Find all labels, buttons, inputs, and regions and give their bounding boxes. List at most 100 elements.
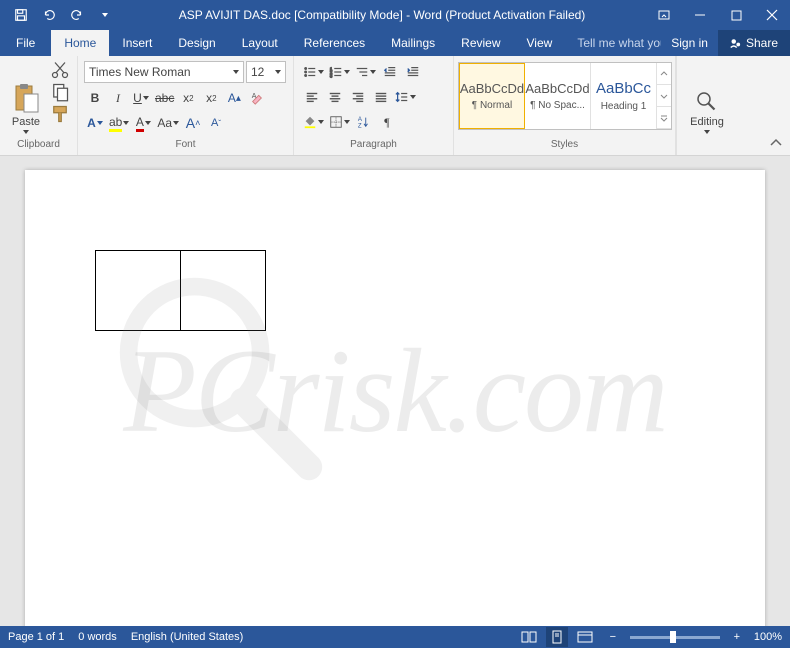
gallery-more-icon[interactable] (657, 107, 671, 129)
tab-home[interactable]: Home (51, 30, 109, 56)
paragraph-label: Paragraph (298, 139, 449, 155)
title-bar: ASP AVIJIT DAS.doc [Compatibility Mode] … (0, 0, 790, 30)
highlight-button[interactable]: ab (107, 112, 131, 134)
align-right-icon[interactable] (347, 86, 369, 108)
document-area: PCrisk.com (0, 156, 790, 626)
clipboard-label: Clipboard (4, 139, 73, 155)
grow-font-icon[interactable]: A▴ (223, 87, 245, 109)
table-row (96, 251, 266, 331)
gallery-scroll (657, 63, 671, 129)
document-table[interactable] (95, 250, 266, 331)
decrease-indent-icon[interactable] (379, 61, 401, 83)
share-label: Share (746, 36, 778, 50)
font-size-combo[interactable]: 12 (246, 61, 286, 83)
shrink-font2-icon[interactable]: Aˇ (205, 112, 227, 134)
group-styles: AaBbCcDd ¶ Normal AaBbCcDd ¶ No Spac... … (454, 56, 676, 155)
share-icon (730, 37, 742, 49)
window-controls (646, 0, 790, 30)
read-mode-icon[interactable] (518, 627, 540, 647)
table-cell[interactable] (181, 251, 266, 331)
page-number[interactable]: Page 1 of 1 (8, 631, 64, 643)
paste-label: Paste (12, 116, 40, 128)
ribbon-options-icon[interactable] (646, 0, 682, 30)
chevron-down-icon (23, 130, 29, 134)
table-cell[interactable] (96, 251, 181, 331)
bullets-button[interactable] (301, 61, 326, 83)
gallery-down-icon[interactable] (657, 85, 671, 107)
clear-format-icon[interactable]: A (246, 87, 268, 109)
text-effects-button[interactable]: A (84, 112, 106, 134)
shrink-font-icon[interactable]: A˄ (182, 112, 204, 134)
svg-text:Z: Z (358, 122, 362, 129)
group-font: Times New Roman 12 B I U abc x2 x2 A▴ A … (78, 56, 294, 155)
tab-insert[interactable]: Insert (109, 30, 165, 56)
collapse-ribbon-icon[interactable] (768, 135, 784, 151)
ribbon-tabs: File Home Insert Design Layout Reference… (0, 30, 790, 56)
italic-button[interactable]: I (107, 87, 129, 109)
multilevel-button[interactable] (353, 61, 378, 83)
paste-button[interactable]: Paste (4, 58, 48, 136)
share-button[interactable]: Share (718, 30, 790, 56)
bold-button[interactable]: B (84, 87, 106, 109)
quick-access-toolbar (0, 2, 118, 28)
language-status[interactable]: English (United States) (131, 631, 244, 643)
sort-icon[interactable]: AZ (353, 111, 375, 133)
styles-label: Styles (458, 139, 671, 155)
zoom-percent[interactable]: 100% (754, 631, 782, 643)
status-bar: Page 1 of 1 0 words English (United Stat… (0, 626, 790, 648)
font-color-button[interactable]: A (132, 112, 154, 134)
tab-review[interactable]: Review (448, 30, 513, 56)
save-icon[interactable] (8, 2, 34, 28)
qat-customize-icon[interactable] (92, 2, 118, 28)
underline-button[interactable]: U (130, 87, 152, 109)
style-heading1[interactable]: AaBbCc Heading 1 (591, 63, 657, 129)
editing-label: Editing (690, 116, 724, 128)
zoom-in-icon[interactable]: + (726, 627, 748, 647)
print-layout-icon[interactable] (546, 627, 568, 647)
undo-icon[interactable] (36, 2, 62, 28)
redo-icon[interactable] (64, 2, 90, 28)
change-case-button[interactable]: Aa (155, 112, 181, 134)
page[interactable] (25, 170, 765, 626)
align-center-icon[interactable] (324, 86, 346, 108)
cut-icon[interactable] (50, 60, 70, 80)
gallery-up-icon[interactable] (657, 63, 671, 85)
ribbon: Paste Clipboard Times New Roman 12 B I U… (0, 56, 790, 156)
group-paragraph: 123 AZ ¶ Paragraph (294, 56, 454, 155)
style-normal[interactable]: AaBbCcDd ¶ Normal (459, 63, 525, 129)
increase-indent-icon[interactable] (402, 61, 424, 83)
word-count[interactable]: 0 words (78, 631, 117, 643)
zoom-slider[interactable] (630, 636, 720, 639)
font-name-combo[interactable]: Times New Roman (84, 61, 244, 83)
tab-design[interactable]: Design (165, 30, 228, 56)
tab-layout[interactable]: Layout (229, 30, 291, 56)
chevron-down-icon (704, 130, 710, 134)
editing-button[interactable]: Editing (682, 58, 732, 136)
shading-button[interactable] (301, 111, 326, 133)
numbering-button[interactable]: 123 (327, 61, 352, 83)
borders-button[interactable] (327, 111, 352, 133)
tab-file[interactable]: File (0, 30, 51, 56)
minimize-icon[interactable] (682, 0, 718, 30)
justify-icon[interactable] (370, 86, 392, 108)
maximize-icon[interactable] (718, 0, 754, 30)
tell-me-box[interactable]: Tell me what you (565, 30, 661, 56)
strikethrough-button[interactable]: abc (153, 87, 176, 109)
subscript-button[interactable]: x2 (177, 87, 199, 109)
web-layout-icon[interactable] (574, 627, 596, 647)
show-hide-icon[interactable]: ¶ (376, 111, 398, 133)
copy-icon[interactable] (50, 82, 70, 102)
tab-view[interactable]: View (514, 30, 566, 56)
style-no-spacing[interactable]: AaBbCcDd ¶ No Spac... (525, 63, 591, 129)
sign-in-link[interactable]: Sign in (661, 30, 718, 56)
line-spacing-button[interactable] (393, 86, 418, 108)
tab-mailings[interactable]: Mailings (378, 30, 448, 56)
format-painter-icon[interactable] (50, 104, 70, 124)
zoom-thumb[interactable] (670, 631, 676, 643)
superscript-button[interactable]: x2 (200, 87, 222, 109)
align-left-icon[interactable] (301, 86, 323, 108)
close-icon[interactable] (754, 0, 790, 30)
zoom-out-icon[interactable]: − (602, 627, 624, 647)
svg-text:A: A (252, 93, 257, 100)
tab-references[interactable]: References (291, 30, 378, 56)
